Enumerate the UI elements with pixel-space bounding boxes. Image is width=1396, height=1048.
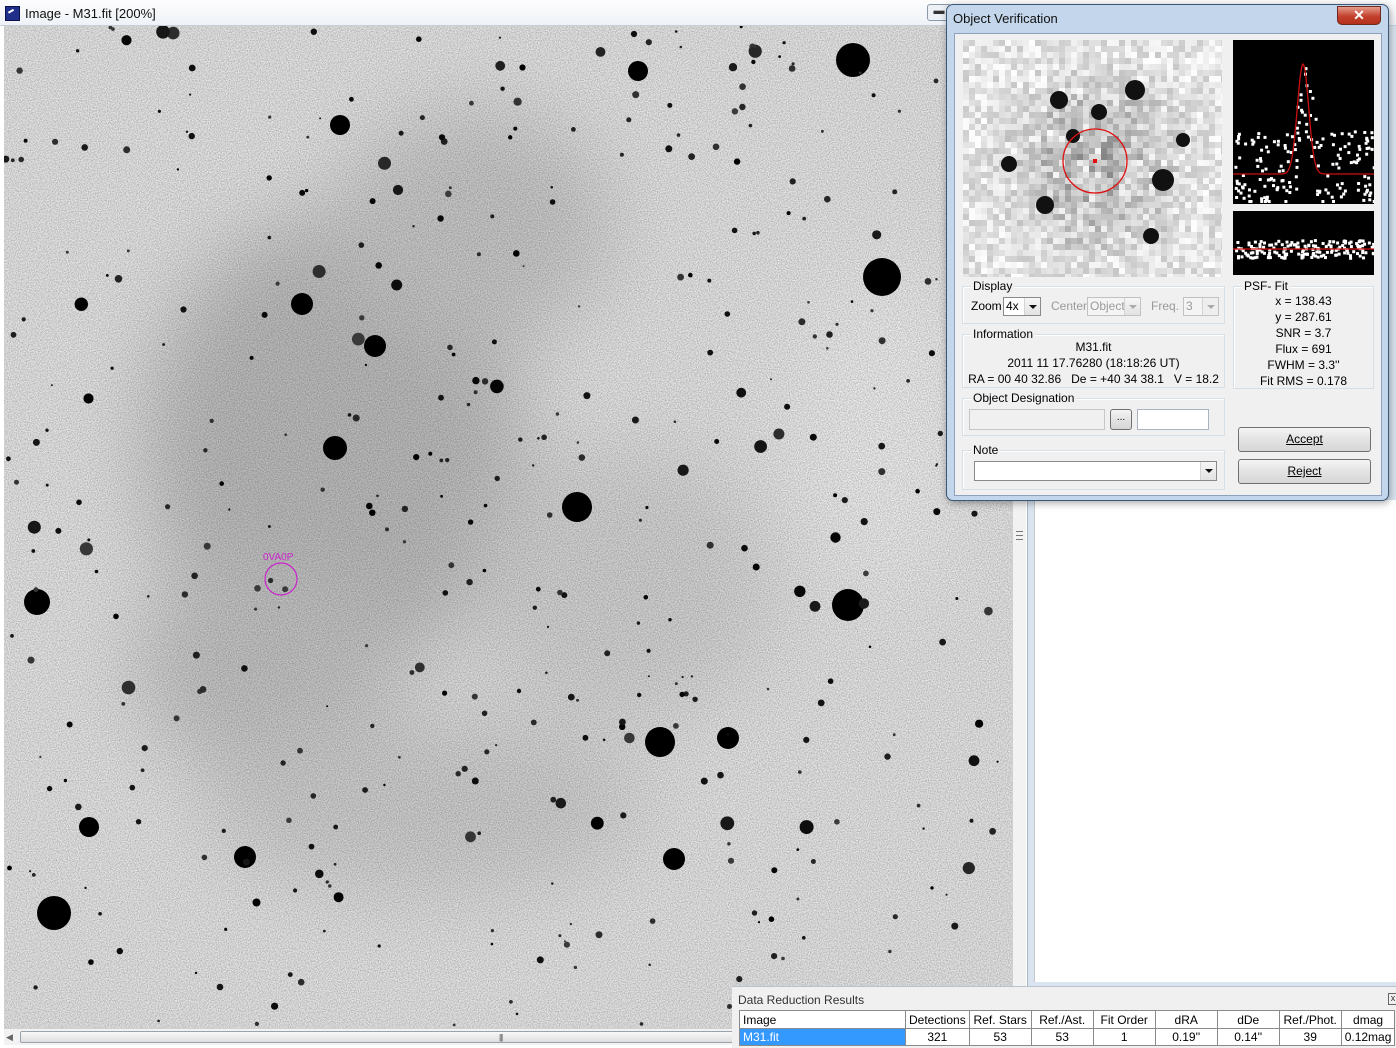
results-title: Data Reduction Results bbox=[738, 993, 865, 1007]
table-cell: 0.12mag bbox=[1340, 1028, 1396, 1046]
display-caption: Display bbox=[971, 279, 1015, 293]
sky-image-canvas[interactable]: 0VA0P bbox=[4, 26, 1012, 1028]
freq-value: 3 bbox=[1186, 299, 1193, 313]
accept-button[interactable]: Accept bbox=[1238, 427, 1371, 452]
dialog-title: Object Verification bbox=[953, 11, 1058, 26]
column-header[interactable]: Detections bbox=[905, 1010, 970, 1029]
center-value: Object bbox=[1090, 299, 1125, 313]
column-header[interactable]: Ref./Phot. bbox=[1278, 1010, 1342, 1029]
table-cell: 39 bbox=[1278, 1028, 1342, 1046]
psf-y: y = 287.61 bbox=[1275, 310, 1332, 324]
telescope-app-icon[interactable] bbox=[5, 6, 20, 21]
data-reduction-results-panel: Data Reduction Results x Image Detections… bbox=[732, 986, 1396, 1048]
note-select[interactable] bbox=[974, 461, 1217, 481]
sky-image[interactable]: 0VA0P bbox=[4, 26, 1012, 1028]
table-cell: 53 bbox=[1030, 1028, 1094, 1046]
information-group: Information M31.fit 2011 11 17.76280 (18… bbox=[962, 327, 1225, 388]
object-designation-group: Object Designation ... bbox=[962, 391, 1225, 436]
column-header[interactable]: dmag bbox=[1340, 1010, 1396, 1029]
freq-stepper[interactable]: 3 bbox=[1183, 297, 1219, 316]
dialog-body: Display Zoom 4x Center Object Freq. 3 PS… bbox=[954, 33, 1382, 496]
object-thumbnail bbox=[963, 40, 1222, 277]
chevron-down-icon[interactable] bbox=[1024, 298, 1040, 315]
column-header[interactable]: Ref./Ast. bbox=[1030, 1010, 1094, 1029]
psf-flux: Flux = 691 bbox=[1275, 342, 1332, 356]
image-frame: 0VA0P ◀ ||| bbox=[0, 26, 1028, 1048]
image-window-title: Image - M31.fit [200%] bbox=[25, 6, 156, 21]
object-marker-label: 0VA0P bbox=[263, 552, 294, 563]
zoom-value: 4x bbox=[1006, 299, 1019, 313]
column-header[interactable]: Ref. Stars bbox=[968, 1010, 1032, 1029]
results-table: Image Detections Ref. Stars Ref./Ast. Fit Or… bbox=[739, 1010, 1396, 1046]
table-cell: 53 bbox=[968, 1028, 1032, 1046]
psf-fit-caption: PSF- Fit bbox=[1242, 279, 1290, 293]
chevron-down-icon[interactable] bbox=[1124, 298, 1140, 315]
note-group: Note bbox=[962, 443, 1225, 490]
scroll-grip-icon bbox=[1016, 531, 1023, 540]
designation-input[interactable] bbox=[969, 409, 1105, 430]
close-button[interactable]: ✕ bbox=[1337, 6, 1381, 25]
psf-fwhm: FWHM = 3.3'' bbox=[1267, 358, 1340, 372]
psf-snr: SNR = 3.7 bbox=[1275, 326, 1332, 340]
column-header[interactable]: Image bbox=[739, 1010, 906, 1029]
psf-residual-canvas bbox=[1233, 239, 1376, 260]
zoom-select[interactable]: 4x bbox=[1003, 297, 1041, 316]
information-caption: Information bbox=[971, 327, 1036, 341]
designation-extra-input[interactable] bbox=[1137, 409, 1209, 430]
table-cell: 0.19'' bbox=[1154, 1028, 1218, 1046]
table-cell: 321 bbox=[905, 1028, 970, 1046]
thumbnail-canvas bbox=[963, 40, 1222, 277]
results-header-row: Image Detections Ref. Stars Ref./Ast. Fit Or… bbox=[739, 1010, 1396, 1029]
table-cell: 0.14'' bbox=[1216, 1028, 1280, 1046]
psf-profile-canvas bbox=[1233, 62, 1376, 203]
aperture-center bbox=[1093, 159, 1097, 163]
column-header[interactable]: dRA bbox=[1154, 1010, 1218, 1029]
info-date: 2011 11 17.76280 (18:18:26 UT) bbox=[1007, 356, 1180, 370]
display-group: Display Zoom 4x Center Object Freq. 3 bbox=[962, 279, 1225, 324]
table-row[interactable]: M31.fit 321 53 53 1 0.19'' 0.14'' 39 0.12mag bbox=[739, 1028, 1396, 1046]
freq-label: Freq. bbox=[1151, 299, 1180, 313]
column-header[interactable]: Fit Order bbox=[1092, 1010, 1156, 1029]
column-header[interactable]: dDe bbox=[1216, 1010, 1280, 1029]
psf-residual-plot bbox=[1233, 211, 1376, 275]
psf-x: x = 138.43 bbox=[1275, 294, 1332, 308]
psf-profile-plot bbox=[1233, 40, 1376, 204]
browse-button[interactable]: ... bbox=[1110, 409, 1132, 430]
note-caption: Note bbox=[971, 443, 1001, 457]
designation-caption: Object Designation bbox=[971, 391, 1077, 405]
psf-fit-rms: Fit RMS = 0.178 bbox=[1259, 374, 1348, 388]
results-close-icon[interactable]: x bbox=[1388, 993, 1396, 1005]
psf-fit-group: PSF- Fit x = 138.43 y = 287.61 SNR = 3.7… bbox=[1233, 279, 1374, 389]
zoom-label: Zoom bbox=[971, 299, 1002, 313]
chevron-down-icon[interactable] bbox=[1200, 462, 1216, 480]
scroll-left-icon[interactable]: ◀ bbox=[6, 1032, 13, 1043]
reject-button[interactable]: Reject bbox=[1238, 459, 1371, 484]
right-panel bbox=[1034, 500, 1396, 982]
close-icon: ✕ bbox=[1353, 7, 1365, 23]
center-label: Center bbox=[1051, 299, 1088, 313]
center-select[interactable]: Object bbox=[1087, 297, 1141, 316]
browse-icon: ... bbox=[1116, 412, 1126, 423]
table-cell: 1 bbox=[1092, 1028, 1156, 1046]
info-coords: RA = 00 40 32.86 De = +40 34 38.1 V = 18… bbox=[968, 372, 1219, 386]
table-cell: M31.fit bbox=[739, 1028, 906, 1046]
scroll-grip-icon: ||| bbox=[499, 1033, 503, 1042]
stepper-arrows-icon[interactable] bbox=[1202, 298, 1218, 315]
object-verification-dialog: Object Verification ✕ Display Zoom 4x Ce… bbox=[946, 4, 1389, 501]
info-file: M31.fit bbox=[1075, 340, 1112, 354]
minimize-icon: ▬ bbox=[933, 5, 945, 17]
